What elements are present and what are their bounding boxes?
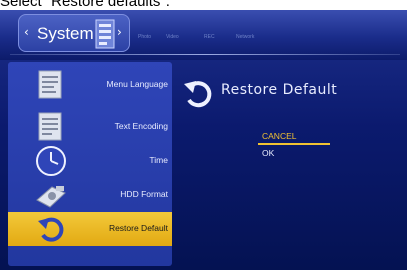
restore-arrow-icon [184, 81, 212, 108]
selection-underline [258, 143, 330, 145]
screenshot-caption: Select "Restore defaults". [0, 0, 170, 10]
sidebar-item-restore-default[interactable]: Restore Default [8, 212, 172, 246]
tab-system[interactable]: ‹ System › [18, 14, 130, 52]
tv-screen: ‹ System › Photo Video REC Network Menu … [0, 10, 407, 270]
sidebar-item-hdd-format[interactable]: HDD Format [8, 178, 172, 212]
sidebar-item-label: Text Encoding [114, 121, 168, 131]
language-document-icon [38, 70, 62, 99]
sidebar-item-label: HDD Format [120, 189, 168, 199]
tab-system-label: System [37, 24, 94, 43]
tab-network[interactable]: Network [236, 34, 254, 40]
tab-video[interactable]: Video [166, 34, 179, 40]
cancel-option[interactable]: CANCEL [262, 131, 296, 142]
hdd-icon [36, 186, 66, 208]
settings-sidebar: Menu Language Text Encoding Time HDD For… [8, 62, 172, 266]
top-navigation-bar: ‹ System › Photo Video REC Network [0, 10, 407, 60]
tab-next-arrow-icon[interactable]: › [117, 25, 122, 39]
ok-option[interactable]: OK [262, 148, 274, 159]
sidebar-item-text-encoding[interactable]: Text Encoding [8, 110, 172, 144]
encoding-document-icon [38, 112, 62, 141]
page-title: Restore Default [221, 82, 338, 98]
sidebar-item-label: Restore Default [108, 223, 168, 233]
restore-arrow-icon [38, 217, 64, 242]
tab-photo[interactable]: Photo [138, 34, 151, 40]
topbar-divider [10, 54, 400, 55]
sidebar-item-label: Menu Language [106, 79, 168, 89]
clock-icon [36, 146, 66, 176]
system-settings-icon [95, 19, 115, 49]
sidebar-item-time[interactable]: Time [8, 144, 172, 178]
sidebar-item-label: Time [149, 155, 168, 165]
tab-prev-arrow-icon[interactable]: ‹ [24, 25, 29, 39]
tab-rec[interactable]: REC [204, 34, 215, 40]
sidebar-item-menu-language[interactable]: Menu Language [8, 68, 172, 102]
